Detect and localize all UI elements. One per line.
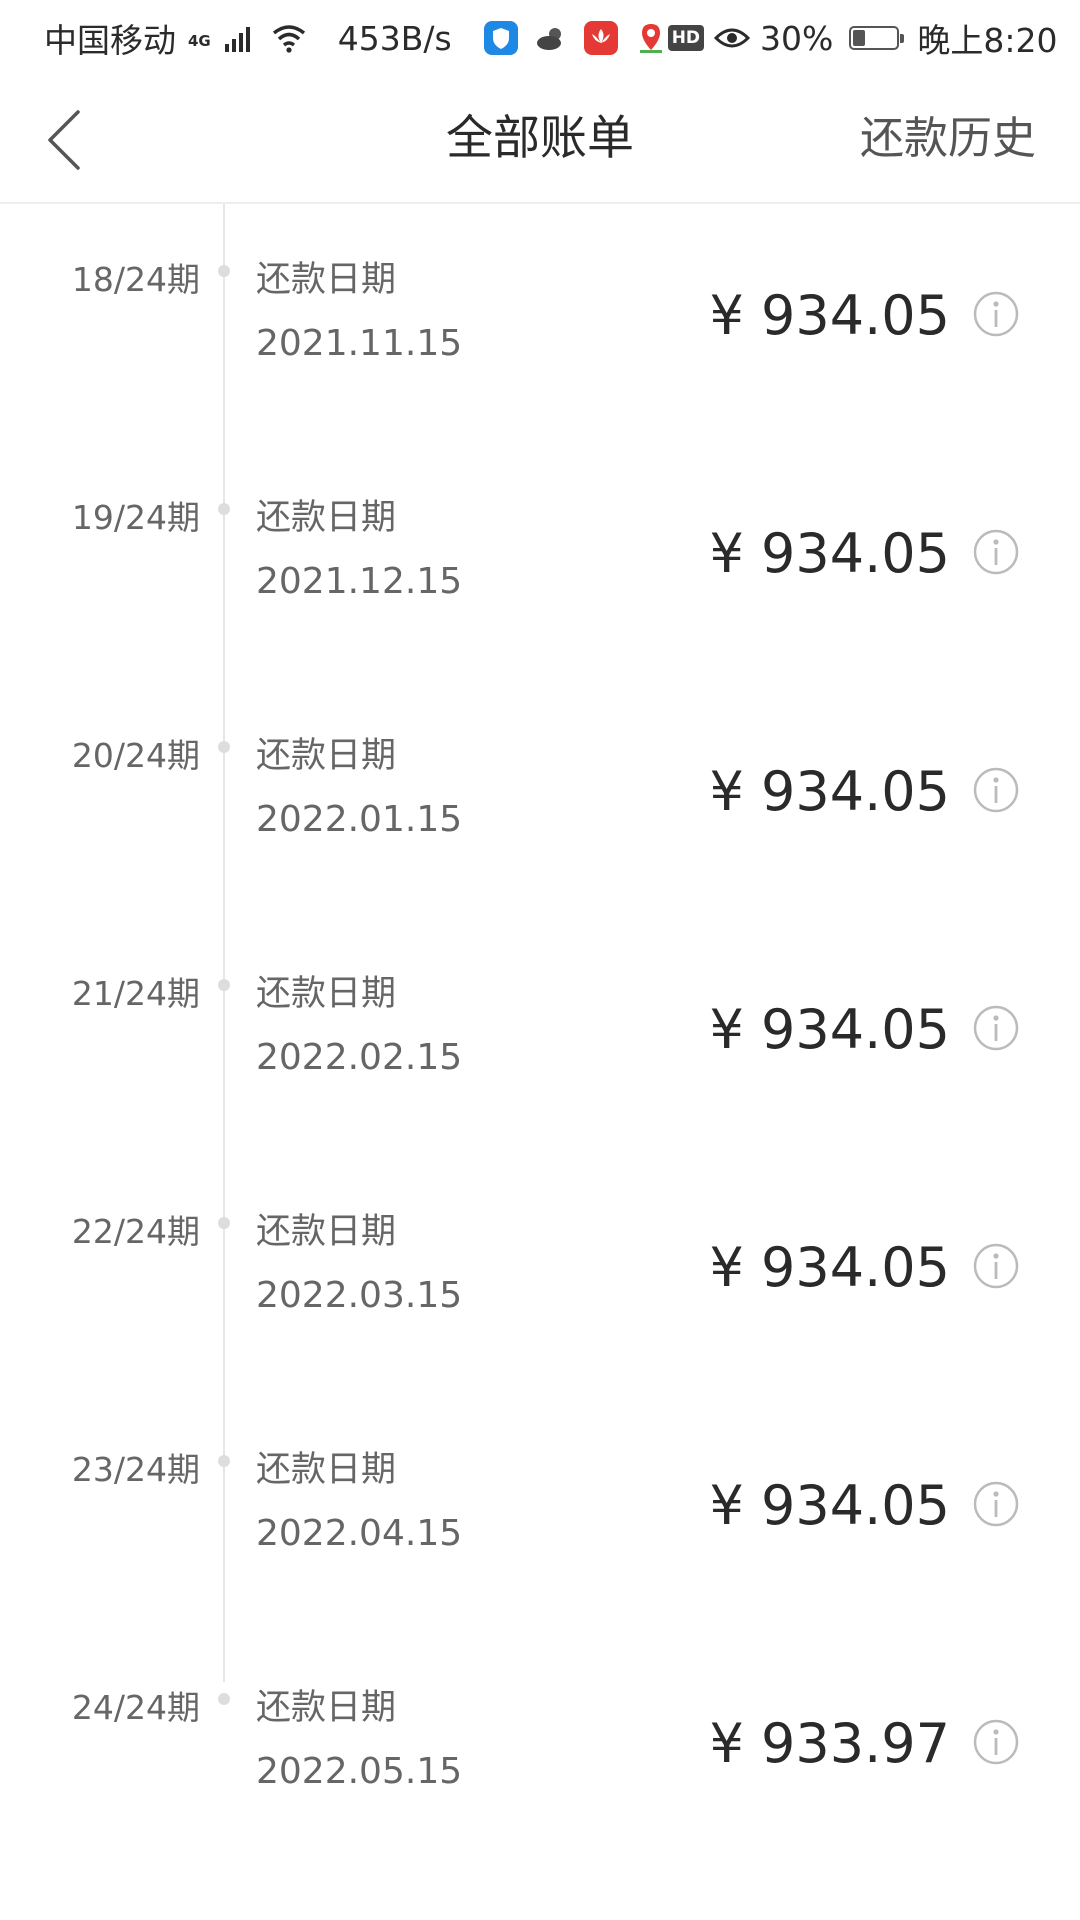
bill-item[interactable]: 21/24期 还款日期 2022.02.15 ¥ 934.05 (0, 918, 1080, 1156)
bill-item[interactable]: 20/24期 还款日期 2022.01.15 ¥ 934.05 (0, 680, 1080, 918)
bill-item[interactable]: 19/24期 还款日期 2021.12.15 ¥ 934.05 (0, 442, 1080, 680)
info-icon (973, 767, 1019, 813)
bill-amount: ¥ 934.05 (709, 998, 950, 1061)
timeline-dot (218, 503, 230, 515)
navigation-bar: 全部账单 还款历史 (0, 76, 1080, 204)
info-icon (973, 1005, 1019, 1051)
bill-date-label: 还款日期 (256, 974, 397, 1014)
timeline-dot (218, 1217, 230, 1229)
timeline-dot (218, 741, 230, 753)
info-icon (973, 1481, 1019, 1527)
hd-badge: HD (667, 25, 705, 51)
shield-app-icon (483, 21, 518, 55)
eye-comfort-icon (714, 28, 751, 48)
bill-due-date: 2021.11.15 (256, 323, 463, 364)
bill-period: 19/24期 (71, 498, 200, 537)
net-speed: 453B/s (337, 18, 452, 58)
huawei-app-icon (583, 21, 618, 55)
bill-due-date: 2022.05.15 (256, 1751, 463, 1792)
bill-date-label: 还款日期 (256, 736, 397, 776)
bill-date-label: 还款日期 (256, 260, 397, 300)
bill-due-date: 2022.01.15 (256, 799, 463, 840)
bill-period: 21/24期 (71, 974, 200, 1013)
bill-item[interactable]: 18/24期 还款日期 2021.11.15 ¥ 934.05 (0, 204, 1080, 442)
battery-percent: 30% (760, 18, 834, 58)
bill-amount: ¥ 934.05 (709, 760, 950, 823)
repayment-history-link[interactable]: 还款历史 (860, 76, 1036, 202)
bill-period: 20/24期 (71, 736, 200, 775)
weather-icon (534, 21, 568, 55)
bill-period: 23/24期 (71, 1450, 200, 1489)
timeline-dot (218, 1693, 230, 1705)
bill-due-date: 2022.03.15 (256, 1275, 463, 1316)
info-button[interactable] (972, 1718, 1020, 1766)
bill-due-date: 2022.04.15 (256, 1513, 463, 1554)
bill-date-label: 还款日期 (256, 1212, 397, 1252)
status-bar-right: HD 30% 晚上8:20 (667, 14, 1058, 62)
info-button[interactable] (972, 766, 1020, 814)
info-icon (973, 1243, 1019, 1289)
timeline-dot (218, 979, 230, 991)
battery-icon (849, 26, 905, 50)
bill-due-date: 2022.02.15 (256, 1037, 463, 1078)
chevron-left-icon (48, 110, 80, 170)
bill-item[interactable]: 22/24期 还款日期 2022.03.15 ¥ 934.05 (0, 1156, 1080, 1394)
info-icon (973, 291, 1019, 337)
bill-period: 18/24期 (71, 260, 200, 299)
info-icon (973, 529, 1019, 575)
network-type: 4G (188, 32, 211, 50)
bill-amount: ¥ 933.97 (709, 1712, 950, 1775)
clock: 晚上8:20 (917, 21, 1058, 60)
info-button[interactable] (972, 1480, 1020, 1528)
status-bar: 中国移动 4G 453B/s HD 30% 晚上8:20 (0, 0, 1080, 76)
wifi-icon (272, 25, 305, 53)
status-bar-left: 中国移动 4G 453B/s (44, 14, 668, 62)
bill-date-label: 还款日期 (256, 1450, 397, 1490)
bill-amount: ¥ 934.05 (709, 1474, 950, 1537)
du-map-icon (634, 21, 668, 55)
info-button[interactable] (972, 1242, 1020, 1290)
bill-rows: 18/24期 还款日期 2021.11.15 ¥ 934.05 19/24期 还… (0, 204, 1080, 1870)
bill-due-date: 2021.12.15 (256, 561, 463, 602)
signal-icon (224, 24, 250, 52)
bill-period: 24/24期 (71, 1688, 200, 1727)
info-button[interactable] (972, 528, 1020, 576)
bill-item[interactable]: 24/24期 还款日期 2022.05.15 ¥ 933.97 (0, 1632, 1080, 1870)
info-button[interactable] (972, 1004, 1020, 1052)
bill-list: 18/24期 还款日期 2021.11.15 ¥ 934.05 19/24期 还… (0, 204, 1080, 1870)
info-icon (973, 1719, 1019, 1765)
bill-period: 22/24期 (71, 1212, 200, 1251)
carrier-name: 中国移动 (44, 21, 176, 60)
bill-date-label: 还款日期 (256, 1688, 397, 1728)
info-button[interactable] (972, 290, 1020, 338)
timeline-dot (218, 1455, 230, 1467)
battery-fill (853, 30, 866, 46)
bill-amount: ¥ 934.05 (709, 522, 950, 585)
bill-amount: ¥ 934.05 (709, 284, 950, 347)
back-button[interactable] (34, 102, 110, 178)
bill-item[interactable]: 23/24期 还款日期 2022.04.15 ¥ 934.05 (0, 1394, 1080, 1632)
bill-date-label: 还款日期 (256, 498, 397, 538)
timeline-dot (218, 265, 230, 277)
bill-amount: ¥ 934.05 (709, 1236, 950, 1299)
